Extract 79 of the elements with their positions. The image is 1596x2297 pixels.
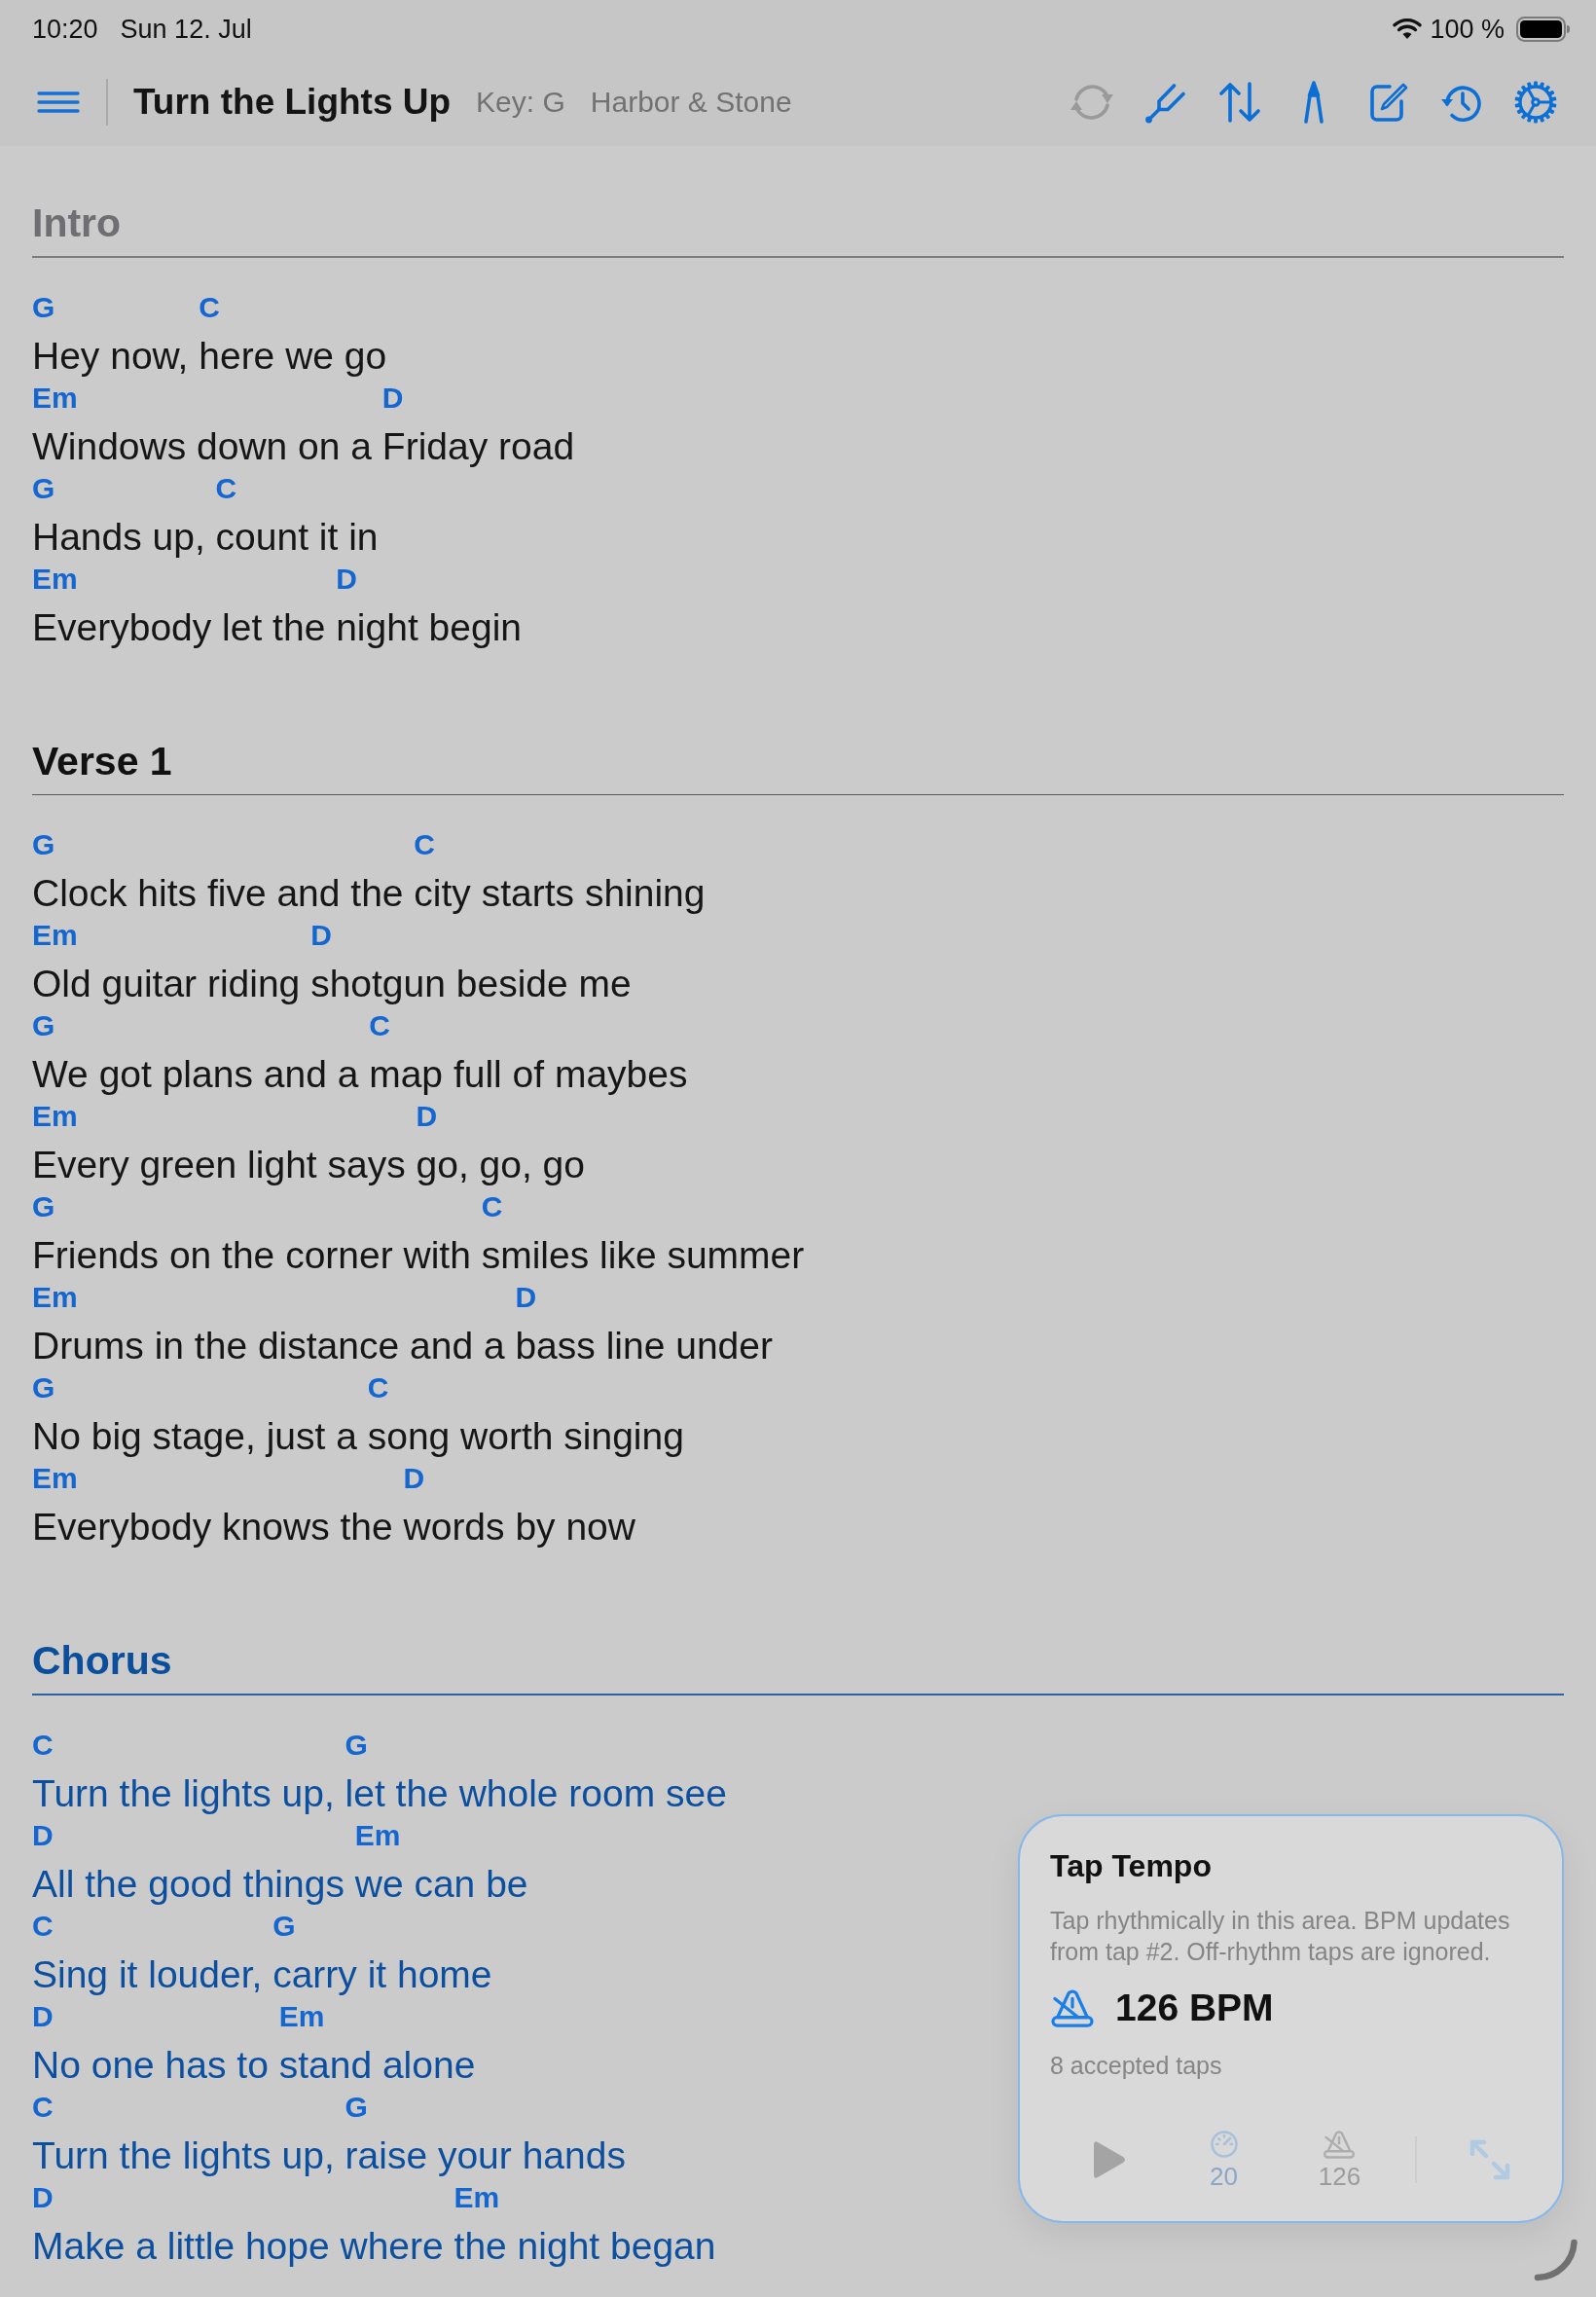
panel-title: Tap Tempo: [1050, 1847, 1213, 1885]
chord-label: G: [32, 289, 55, 325]
chord-label: D: [515, 1280, 537, 1315]
lyric-line: Make a little hope where the night began: [32, 2223, 716, 2269]
metronome-icon: [1050, 1988, 1095, 2027]
chord-label: D: [32, 1817, 54, 1853]
lyric-line: No one has to stand alone: [32, 2042, 476, 2088]
chord-label: C: [414, 827, 436, 862]
chord-label: C: [32, 2089, 54, 2125]
chord-label: Em: [32, 1461, 78, 1496]
lyric-line: Friends on the corner with smiles like summer: [32, 1233, 805, 1278]
chord-label: G: [32, 1189, 55, 1224]
chord-label: D: [336, 561, 357, 597]
song-key: Key: G: [476, 86, 565, 119]
battery-icon: [1516, 17, 1571, 42]
chord-label: C: [215, 470, 237, 506]
chord-label: G: [345, 1727, 368, 1763]
chord-label: D: [416, 1099, 438, 1134]
chord-label: C: [32, 1908, 54, 1944]
lyric-line: All the good things we can be: [32, 1861, 528, 1907]
chord-label: G: [345, 2089, 368, 2125]
chord-label: D: [381, 380, 404, 416]
lyric-line: Hands up, count it in: [32, 514, 379, 560]
chord-label: G: [32, 1008, 55, 1043]
chord-label: Em: [32, 1280, 78, 1315]
chord-label: C: [369, 1008, 390, 1043]
metronome-icon: [1323, 2130, 1357, 2159]
chord-label: Em: [32, 1099, 78, 1134]
chord-label: C: [32, 1727, 54, 1763]
lyric-line: Drums in the distance and a bass line under: [32, 1324, 773, 1368]
speed-button[interactable]: 20: [1209, 2130, 1239, 2190]
chord-label: G: [32, 827, 55, 862]
resize-handle-icon[interactable]: [1534, 2239, 1578, 2281]
chord-label: C: [367, 1370, 389, 1405]
battery-percent: 100 %: [1430, 14, 1505, 45]
chord-label: G: [32, 1370, 55, 1405]
lyric-line: Turn the lights up, let the whole room see: [32, 1770, 727, 1816]
tap-tempo-panel[interactable]: Tap Tempo Tap rhythmically in this area. BPM updates from tap #2. Off-rhythm taps are ignored. 126 BPM 8 accepted taps 20 126: [1018, 1814, 1564, 2223]
section-heading: Intro: [32, 200, 122, 246]
menu-icon[interactable]: [37, 91, 80, 113]
up-down-arrows-icon[interactable]: [1216, 79, 1263, 126]
lyric-line: We got plans and a map full of maybes: [32, 1052, 688, 1097]
lyric-line: No big stage, just a song worth singing: [32, 1414, 684, 1459]
lyric-line: Everybody knows the words by now: [32, 1505, 635, 1550]
chord-label: D: [32, 2179, 54, 2215]
lyric-line: Turn the lights up, raise your hands: [32, 2133, 626, 2178]
lyric-line: Clock hits five and the city starts shining: [32, 871, 706, 916]
chord-label: C: [481, 1189, 503, 1224]
chord-label: G: [32, 470, 55, 506]
panel-description: Tap rhythmically in this area. BPM updates from tap #2. Off-rhythm taps are ignored.: [1050, 1906, 1511, 1967]
wifi-icon: [1393, 18, 1423, 40]
chord-label: D: [32, 1998, 54, 2034]
status-date: Sun 12. Jul: [120, 14, 252, 45]
chord-label: G: [272, 1908, 296, 1944]
chord-label: D: [403, 1461, 425, 1496]
lyric-line: Hey now, here we go: [32, 333, 387, 379]
section-heading: Verse 1: [32, 737, 172, 784]
lyric-line: Sing it louder, carry it home: [32, 1951, 492, 1997]
section-heading: Chorus: [32, 1637, 172, 1684]
chord-label: Em: [453, 2179, 500, 2215]
status-time: 10:20: [32, 14, 98, 45]
chord-label: Em: [354, 1817, 401, 1853]
lyric-line: Old guitar riding shotgun beside me: [32, 962, 632, 1006]
chord-label: Em: [32, 918, 78, 953]
chord-label: D: [310, 918, 332, 953]
metronome-button[interactable]: 126: [1318, 2130, 1361, 2190]
gauge-icon: [1209, 2130, 1239, 2159]
chord-label: C: [199, 289, 220, 325]
bpm-reading: 126 BPM: [1115, 1987, 1274, 2029]
chord-label: Em: [32, 561, 78, 597]
tap-count: 8 accepted taps: [1050, 2051, 1223, 2081]
chord-label: Em: [32, 380, 78, 416]
lyric-line: Windows down on a Friday road: [32, 423, 575, 469]
song-title: Turn the Lights Up: [133, 82, 452, 123]
lyric-line: Every green light says go, go, go: [32, 1143, 585, 1187]
artist-name: Harbor & Stone: [590, 86, 792, 119]
settings-icon[interactable]: [1512, 79, 1559, 126]
chord-label: Em: [278, 1998, 325, 2034]
lyric-line: Everybody let the night begin: [32, 604, 522, 650]
